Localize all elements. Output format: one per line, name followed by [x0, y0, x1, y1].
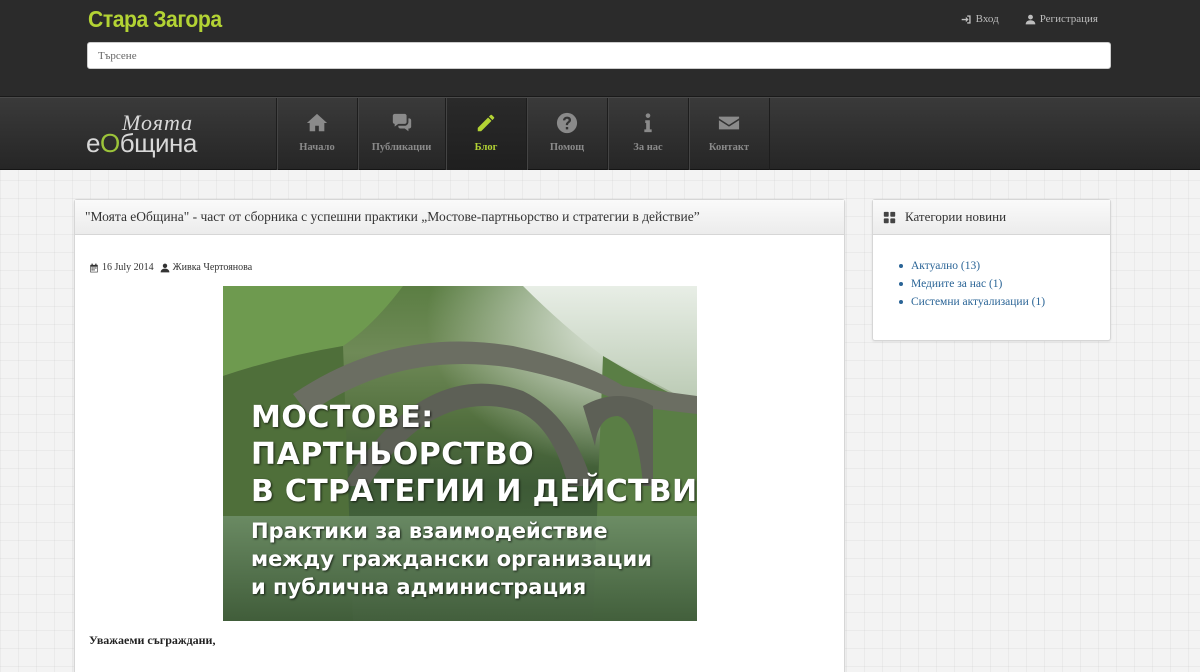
article-image: МОСТОВЕ: ПАРТНЬОРСТВО В СТРАТЕГИИ И ДЕЙС…	[223, 286, 697, 621]
category-item-media[interactable]: Медиите за нас (1)	[911, 278, 1045, 290]
nav-item-publications[interactable]: Публикации	[358, 98, 446, 170]
article-greeting: Уважаеми съграждани,	[89, 633, 216, 647]
nav-item-about[interactable]: За нас	[608, 98, 689, 170]
th-large-icon	[883, 211, 896, 223]
comments-icon	[392, 113, 411, 132]
article-title: "Моята еОбщина" - част от сборника с усп…	[75, 200, 844, 235]
user-icon	[160, 263, 170, 272]
author-name: Живка Чертоянова	[172, 262, 253, 273]
image-subheading-line1: Практики за взаимодействие	[251, 519, 608, 543]
site-logo[interactable]: Моята еОбщина	[86, 110, 226, 160]
categories-list: Актуално (13) Медиите за нас (1) Системн…	[911, 260, 1045, 314]
nav-label: Контакт	[708, 142, 750, 153]
register-link[interactable]: Регистрация	[1025, 13, 1098, 25]
image-subheading-line2: между граждански организации	[251, 547, 652, 571]
search-input[interactable]	[87, 42, 1111, 69]
image-heading-line1: МОСТОВЕ:	[251, 400, 434, 435]
user-icon	[1025, 14, 1036, 24]
nav-item-contact[interactable]: Контакт	[689, 98, 770, 170]
nav-label: Публикации	[371, 142, 432, 153]
image-subheading-line3: и публична администрация	[251, 575, 587, 599]
category-item-system-updates[interactable]: Системни актуализации (1)	[911, 296, 1045, 308]
categories-heading: Категории новини	[873, 200, 1110, 235]
article-author[interactable]: Живка Чертоянова	[160, 262, 253, 273]
article-date: 16 July 2014	[102, 262, 154, 273]
nav-menu: Начало Публикации Блог Помощ За нас Конт…	[276, 98, 770, 170]
top-header: Стара Загора Вход Регистрация	[0, 0, 1200, 97]
sign-in-icon	[961, 14, 971, 24]
register-label: Регистрация	[1039, 13, 1098, 25]
article-panel: "Моята еОбщина" - част от сборника с усп…	[74, 199, 845, 672]
envelope-icon	[718, 116, 740, 130]
site-title[interactable]: Стара Загора	[88, 6, 222, 33]
nav-label: Начало	[299, 142, 335, 153]
categories-title: Категории новини	[905, 209, 1007, 224]
categories-panel: Категории новини Актуално (13) Медиите з…	[872, 199, 1111, 341]
image-heading-line3: В СТРАТЕГИИ И ДЕЙСТВИЕ	[251, 474, 697, 509]
logo-bottom-text: еОбщина	[86, 128, 197, 158]
info-icon	[644, 113, 652, 133]
pencil-icon	[477, 114, 495, 132]
auth-links: Вход Регистрация	[961, 13, 1098, 25]
image-heading-line2: ПАРТНЬОРСТВО	[251, 437, 535, 472]
calendar-icon	[90, 263, 98, 272]
nav-item-home[interactable]: Начало	[277, 98, 358, 170]
nav-item-help[interactable]: Помощ	[527, 98, 608, 170]
home-icon	[306, 113, 328, 132]
article-meta: 16 July 2014 Живка Чертоянова	[89, 262, 252, 273]
nav-label: Блог	[474, 142, 498, 153]
nav-label: За нас	[633, 142, 663, 153]
login-link[interactable]: Вход	[961, 13, 999, 25]
nav-label: Помощ	[549, 142, 585, 153]
category-item-current[interactable]: Актуално (13)	[911, 260, 1045, 272]
login-label: Вход	[975, 13, 999, 25]
question-icon	[556, 112, 578, 134]
nav-item-blog[interactable]: Блог	[446, 98, 527, 170]
main-navbar: Моята еОбщина Начало Публикации Блог Пом…	[0, 97, 1200, 170]
